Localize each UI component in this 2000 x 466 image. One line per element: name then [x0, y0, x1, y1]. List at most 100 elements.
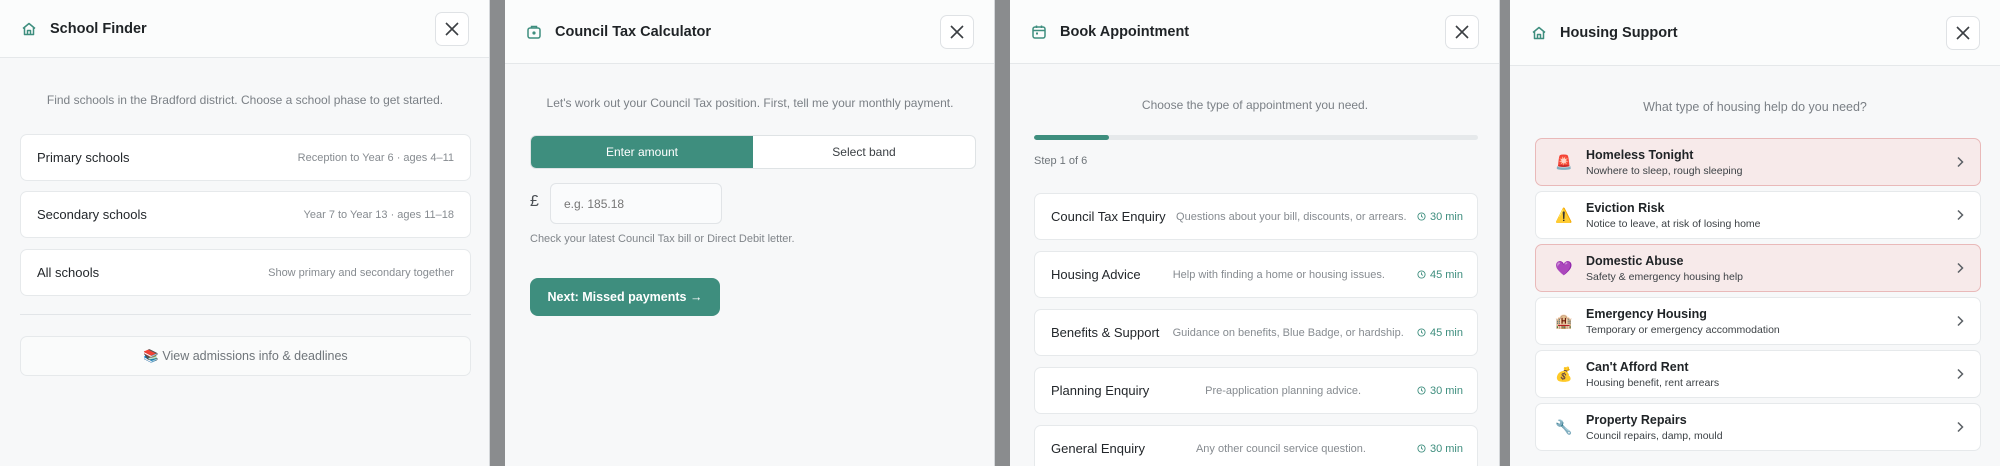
chevron-right-icon — [1956, 368, 1964, 380]
school-phase-secondary[interactable]: Secondary schools Year 7 to Year 13 · ag… — [20, 191, 471, 238]
panel-title: Book Appointment — [1060, 23, 1190, 40]
appointment-option[interactable]: Benefits & Support Guidance on benefits,… — [1034, 309, 1478, 356]
divider — [20, 314, 471, 315]
clock-icon — [1417, 270, 1426, 279]
close-icon — [950, 25, 964, 39]
hint-text: Check your latest Council Tax bill or Di… — [530, 233, 795, 245]
close-icon — [445, 22, 459, 36]
appointment-option[interactable]: Planning Enquiry Pre-application plannin… — [1034, 367, 1478, 414]
calendar-icon — [1030, 23, 1048, 41]
appointment-duration: 30 min — [1429, 442, 1463, 455]
panel-header: Housing Support — [1510, 0, 2000, 66]
appointment-desc: Help with finding a home or housing issu… — [1172, 268, 1385, 281]
clock-icon — [1417, 328, 1426, 337]
home-icon — [20, 20, 38, 38]
option-subtitle: Safety & emergency housing help — [1586, 270, 1744, 283]
appointment-duration: 45 min — [1429, 268, 1463, 281]
panel-header: Book Appointment — [1010, 0, 1499, 64]
school-phase-all[interactable]: All schools Show primary and secondary t… — [20, 249, 471, 296]
panel-title: School Finder — [50, 20, 147, 37]
option-subtitle: Council repairs, damp, mould — [1586, 429, 1723, 442]
chevron-right-icon — [1956, 262, 1964, 274]
option-title: Can't Afford Rent — [1586, 359, 1689, 374]
appointment-name: Council Tax Enquiry — [1051, 209, 1166, 224]
housing-support-panel: Housing Support What type of housing hel… — [1510, 0, 2000, 466]
panel-header: Council Tax Calculator — [505, 0, 994, 64]
monthly-amount-input[interactable] — [550, 183, 722, 224]
entry-mode-tabs: Enter amount Select band — [530, 135, 976, 169]
appointment-option[interactable]: General Enquiry Any other council servic… — [1034, 425, 1478, 466]
admissions-link-label: 📚 View admissions info & deadlines — [143, 348, 348, 363]
option-subtitle: Notice to leave, at risk of losing home — [1586, 217, 1761, 230]
option-detail: Show primary and secondary together — [268, 266, 454, 279]
appointment-desc: Any other council service question. — [1195, 442, 1366, 455]
appointment-desc: Questions about your bill, discounts, or… — [1176, 210, 1407, 223]
appointment-name: Benefits & Support — [1051, 325, 1160, 340]
book-appointment-panel: Book Appointment Choose the type of appo… — [1010, 0, 1500, 466]
chevron-right-icon — [1956, 209, 1964, 221]
clock-icon — [1417, 444, 1426, 453]
appointment-duration: 30 min — [1429, 384, 1463, 397]
option-label: Primary schools — [37, 150, 130, 165]
close-button[interactable] — [1946, 16, 1980, 50]
appointment-desc: Pre-application planning advice. — [1205, 384, 1362, 397]
school-phase-primary[interactable]: Primary schools Reception to Year 6 · ag… — [20, 134, 471, 181]
housing-option[interactable]: 🔧 Property Repairs Council repairs, damp… — [1535, 403, 1981, 451]
council-tax-panel: Council Tax Calculator Let's work out yo… — [505, 0, 995, 466]
housing-option[interactable]: 🏨 Emergency Housing Temporary or emergen… — [1535, 297, 1981, 345]
option-emoji: 💜 — [1555, 259, 1573, 276]
intro-text: Let's work out your Council Tax position… — [546, 96, 954, 110]
option-emoji: 🚨 — [1555, 153, 1573, 170]
close-button[interactable] — [1445, 15, 1479, 49]
calculator-icon — [525, 23, 543, 41]
panel-gap — [1500, 0, 1510, 466]
tab-label: Select band — [832, 145, 896, 159]
school-finder-panel: School Finder Find schools in the Bradfo… — [0, 0, 490, 466]
option-title: Eviction Risk — [1586, 200, 1665, 215]
option-title: Domestic Abuse — [1586, 253, 1684, 268]
option-title: Property Repairs — [1586, 412, 1687, 427]
step-progress-bar — [1034, 135, 1478, 140]
panel-title: Housing Support — [1560, 24, 1678, 41]
panel-title: Council Tax Calculator — [555, 23, 712, 40]
tab-enter-amount[interactable]: Enter amount — [531, 136, 753, 168]
option-emoji: 💰 — [1555, 365, 1573, 382]
option-emoji: 🏨 — [1555, 312, 1573, 329]
option-detail: Year 7 to Year 13 · ages 11–18 — [303, 208, 454, 221]
close-button[interactable] — [940, 15, 974, 49]
housing-option[interactable]: 💰 Can't Afford Rent Housing benefit, ren… — [1535, 350, 1981, 398]
option-subtitle: Nowhere to sleep, rough sleeping — [1586, 164, 1743, 177]
option-emoji: ⚠️ — [1555, 206, 1573, 223]
close-button[interactable] — [435, 12, 469, 46]
step-label: Step 1 of 6 — [1034, 155, 1088, 167]
close-icon — [1455, 25, 1469, 39]
appointment-option[interactable]: Housing Advice Help with finding a home … — [1034, 251, 1478, 298]
panel-header: School Finder — [0, 0, 489, 58]
option-label: All schools — [37, 265, 100, 280]
panel-gap — [490, 0, 505, 466]
appointment-option[interactable]: Council Tax Enquiry Questions about your… — [1034, 193, 1478, 240]
option-emoji: 🔧 — [1555, 418, 1573, 435]
appointment-duration: 45 min — [1429, 326, 1463, 339]
housing-option[interactable]: ⚠️ Eviction Risk Notice to leave, at ris… — [1535, 191, 1981, 239]
intro-text: What type of housing help do you need? — [1643, 100, 1867, 114]
option-title: Emergency Housing — [1586, 306, 1707, 321]
admissions-info-link[interactable]: 📚 View admissions info & deadlines — [20, 336, 471, 376]
housing-option[interactable]: 🚨 Homeless Tonight Nowhere to sleep, rou… — [1535, 138, 1981, 186]
appointment-duration: 30 min — [1429, 210, 1463, 223]
chevron-right-icon — [1956, 156, 1964, 168]
housing-option[interactable]: 💜 Domestic Abuse Safety & emergency hous… — [1535, 244, 1981, 292]
home-icon — [1530, 24, 1548, 42]
clock-icon — [1417, 386, 1426, 395]
close-icon — [1956, 26, 1970, 40]
appointment-name: Housing Advice — [1051, 267, 1141, 282]
next-missed-payments-button[interactable]: Next: Missed payments → — [530, 278, 720, 316]
progress-fill — [1034, 135, 1110, 140]
panel-gap — [995, 0, 1010, 466]
intro-text: Choose the type of appointment you need. — [1141, 98, 1369, 112]
option-subtitle: Temporary or emergency accommodation — [1586, 323, 1780, 336]
tab-select-band[interactable]: Select band — [753, 136, 975, 168]
intro-text: Find schools in the Bradford district. C… — [46, 93, 444, 107]
option-label: Secondary schools — [37, 207, 147, 222]
button-label: Next: Missed payments → — [547, 290, 703, 304]
